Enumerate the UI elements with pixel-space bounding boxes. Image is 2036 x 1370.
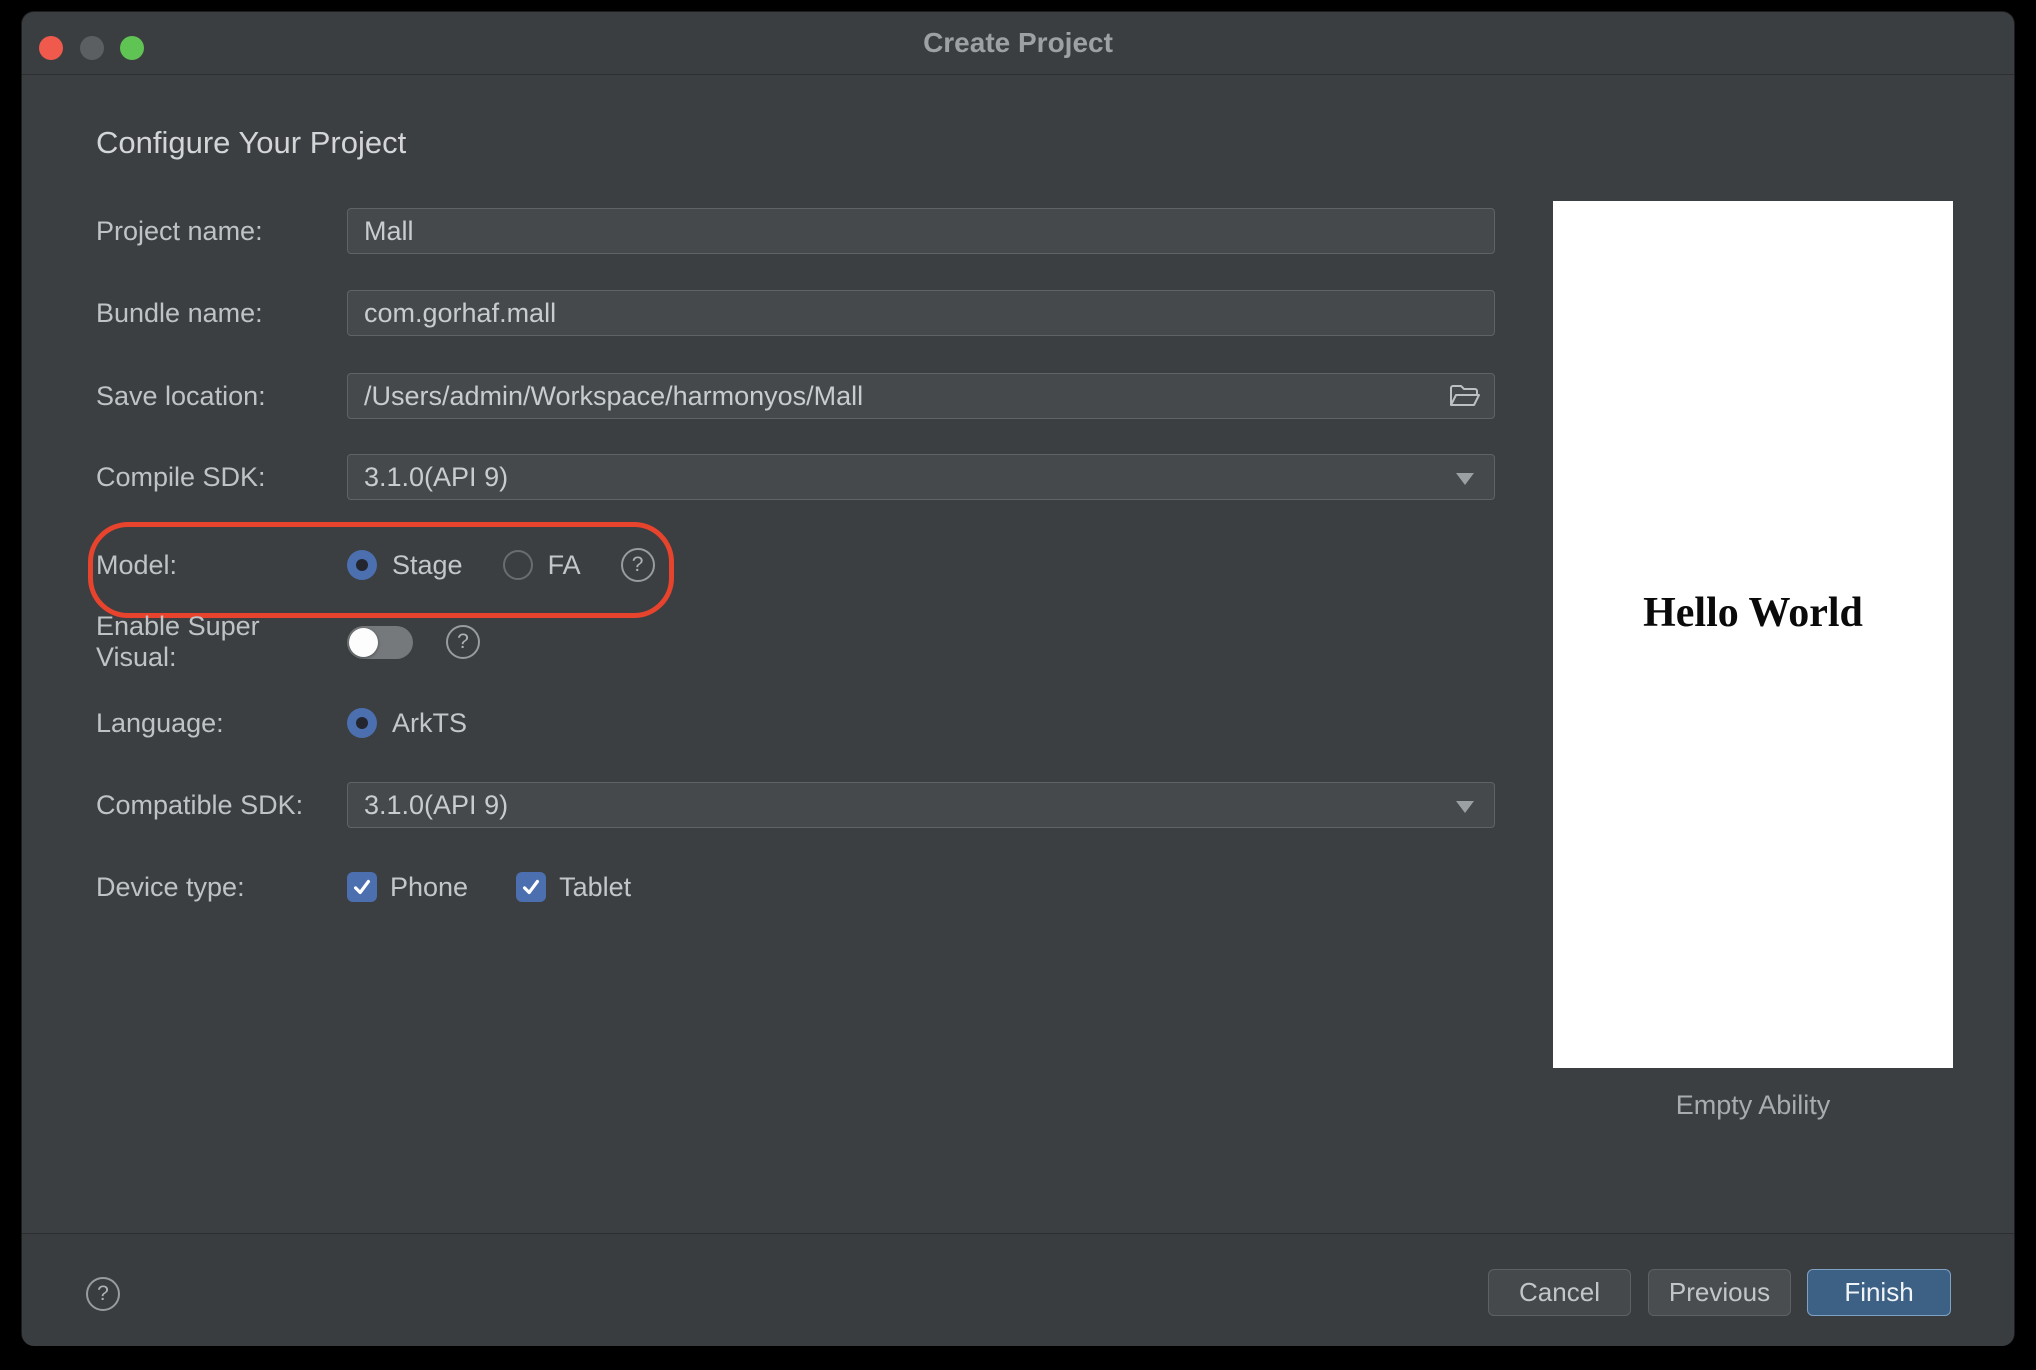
- model-help-button[interactable]: ?: [620, 548, 655, 582]
- language-arkts-label: ArkTS: [392, 707, 468, 738]
- checkbox-checked-icon: [347, 872, 377, 902]
- compile-sdk-value: 3.1.0(API 9): [364, 461, 509, 492]
- page-title: Configure Your Project: [96, 125, 407, 160]
- compatible-sdk-label: Compatible SDK:: [96, 789, 304, 820]
- device-checkbox-phone[interactable]: Phone: [347, 872, 468, 903]
- project-name-input[interactable]: [347, 208, 1495, 254]
- titlebar: Create Project: [22, 12, 2014, 75]
- question-mark-icon: ?: [457, 630, 469, 653]
- footer-bar: ? Cancel Previous Finish: [22, 1233, 2014, 1346]
- device-type-label: Device type:: [96, 871, 245, 902]
- toggle-knob: [349, 627, 378, 657]
- radio-unselected-icon: [502, 550, 533, 580]
- super-visual-label: Enable Super Visual:: [96, 611, 260, 672]
- bundle-name-row: Bundle name:: [96, 290, 1495, 336]
- chevron-down-icon: [1456, 801, 1474, 813]
- radio-selected-icon: [347, 708, 377, 738]
- bundle-name-input[interactable]: [347, 290, 1495, 336]
- device-checkbox-tablet[interactable]: Tablet: [516, 872, 631, 903]
- save-location-input[interactable]: [347, 373, 1495, 419]
- compile-sdk-label: Compile SDK:: [96, 461, 266, 492]
- project-name-row: Project name:: [96, 208, 1495, 254]
- language-label: Language:: [96, 707, 224, 738]
- model-row: Model: Stage FA ?: [96, 542, 1495, 588]
- device-tablet-label: Tablet: [559, 871, 632, 902]
- model-radio-fa[interactable]: FA: [502, 549, 581, 581]
- super-visual-row: Enable Super Visual: ?: [96, 611, 1495, 672]
- super-visual-toggle-off[interactable]: [347, 625, 413, 659]
- browse-folder-button[interactable]: [1445, 380, 1485, 412]
- save-location-label: Save location:: [96, 380, 266, 411]
- window-title: Create Project: [923, 27, 1113, 58]
- bundle-name-label: Bundle name:: [96, 297, 263, 328]
- finish-button[interactable]: Finish: [1807, 1269, 1951, 1316]
- preview-caption: Empty Ability: [1675, 1090, 1831, 1120]
- preview-hello-world-text: Hello World: [1643, 590, 1863, 636]
- device-phone-label: Phone: [390, 871, 469, 902]
- language-row: Language: ArkTS: [96, 700, 1495, 746]
- model-label: Model:: [96, 549, 178, 580]
- language-radio-arkts[interactable]: ArkTS: [347, 708, 467, 739]
- device-type-row: Device type: Phone Tablet: [96, 864, 1495, 910]
- cancel-button[interactable]: Cancel: [1488, 1269, 1631, 1316]
- save-location-row: Save location:: [96, 373, 1495, 419]
- model-stage-label: Stage: [392, 549, 463, 580]
- checkbox-checked-icon: [516, 872, 547, 902]
- compile-sdk-select[interactable]: 3.1.0(API 9): [347, 454, 1495, 500]
- compatible-sdk-row: Compatible SDK: 3.1.0(API 9): [96, 782, 1495, 828]
- compatible-sdk-select[interactable]: 3.1.0(API 9): [347, 782, 1495, 828]
- project-name-label: Project name:: [96, 215, 263, 246]
- question-mark-icon: ?: [97, 1282, 109, 1305]
- chevron-down-icon: [1456, 473, 1474, 485]
- model-radio-stage[interactable]: Stage: [347, 550, 463, 581]
- question-mark-icon: ?: [631, 553, 644, 576]
- previous-button[interactable]: Previous: [1648, 1269, 1791, 1316]
- create-project-dialog: Create Project Configure Your Project Pr…: [22, 12, 2014, 1346]
- open-folder-icon: [1450, 385, 1480, 406]
- compile-sdk-row: Compile SDK: 3.1.0(API 9): [96, 454, 1495, 500]
- super-visual-help-button[interactable]: ?: [446, 625, 480, 659]
- footer-help-button[interactable]: ?: [86, 1277, 120, 1311]
- ability-preview-panel: Hello World: [1553, 201, 1953, 1068]
- compatible-sdk-value: 3.1.0(API 9): [364, 789, 509, 820]
- radio-selected-icon: [347, 550, 377, 580]
- model-fa-label: FA: [547, 549, 581, 580]
